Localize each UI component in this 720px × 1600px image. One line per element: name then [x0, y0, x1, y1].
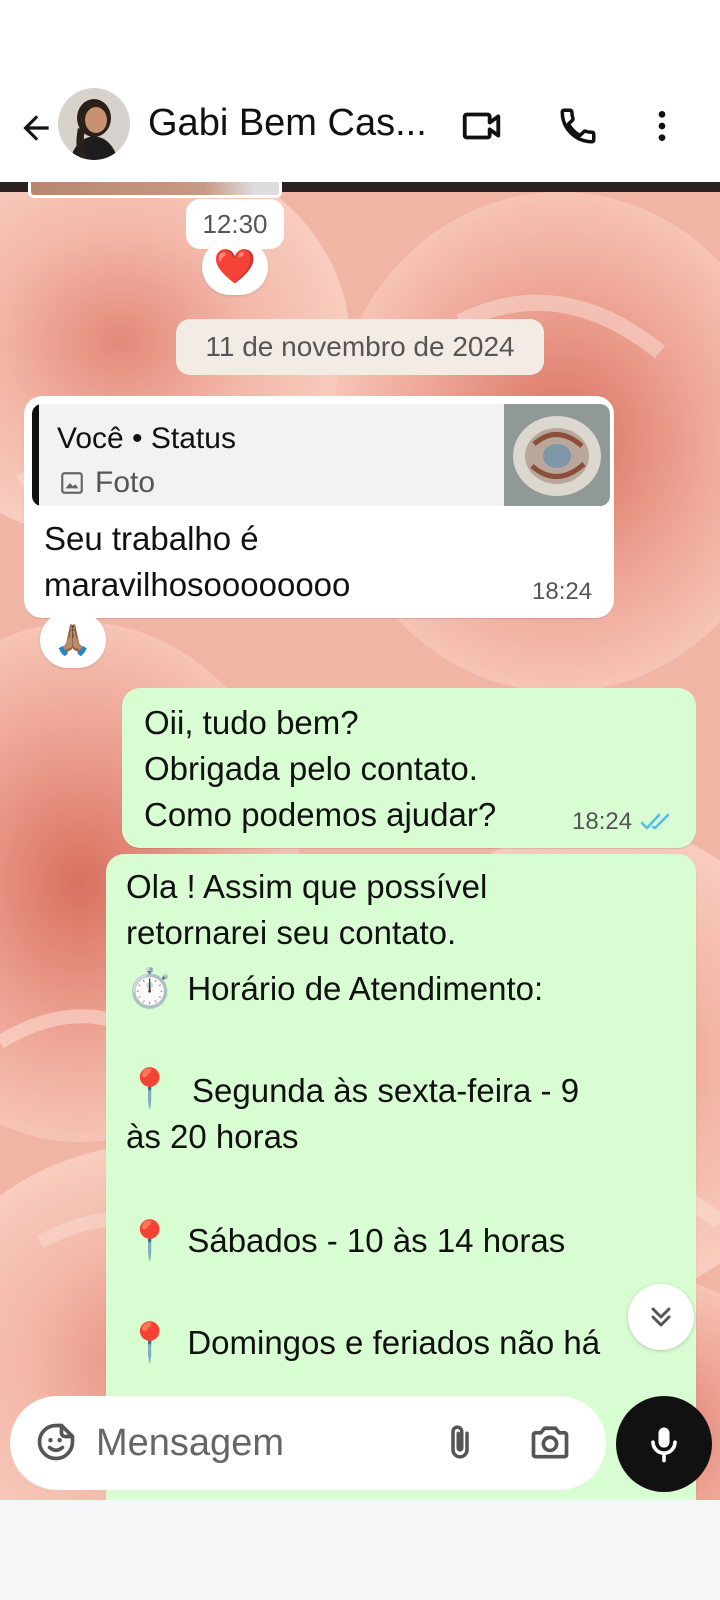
double-chevron-down-icon: [651, 1307, 671, 1327]
outgoing-message-bubble[interactable]: Oii, tudo bem? Obrigada pelo contato. Co…: [122, 688, 696, 848]
message-text: Seu trabalho é maravilhosoooooooo: [44, 520, 351, 603]
quote-subtitle: Foto: [59, 466, 155, 500]
message-text: Oii, tudo bem? Obrigada pelo contato. Co…: [144, 704, 497, 833]
camera-icon: [531, 1426, 569, 1459]
incoming-message-bubble[interactable]: Você • Status Foto Seu trabalho é maravi…: [24, 396, 614, 618]
video-call-button[interactable]: [456, 100, 508, 152]
sticker-button[interactable]: [30, 1416, 82, 1468]
attach-icon: [451, 1425, 469, 1459]
quote-accent-bar: [32, 404, 39, 506]
weekdays-hours: Segunda às sexta-feira - 9 às 20 horas: [126, 1072, 580, 1155]
sticker-icon: [37, 1423, 75, 1461]
status-bar-area: [0, 0, 720, 78]
message-time-label: 18:24: [532, 578, 593, 605]
scroll-to-bottom-button[interactable]: [628, 1284, 694, 1350]
saturday-hours-line: 📍 Sábados - 10 às 14 horas: [126, 1218, 565, 1264]
video-call-icon: [462, 112, 501, 140]
greeting-text: Ola ! Assim que possível retornarei seu …: [126, 868, 488, 951]
mic-icon: [651, 1427, 677, 1463]
sunday-hours-line: 📍 Domingos e feriados não há: [126, 1320, 600, 1366]
attach-button[interactable]: [434, 1416, 486, 1468]
message-time-label: 18:24: [572, 808, 633, 835]
contact-avatar[interactable]: [58, 88, 130, 160]
date-divider: 11 de novembro de 2024: [176, 319, 544, 375]
more-options-icon: [658, 111, 666, 141]
contact-name[interactable]: Gabi Bem Cas...: [148, 102, 427, 145]
status-photo-thumbnail: [504, 404, 610, 506]
saturday-hours: Sábados - 10 às 14 horas: [187, 1222, 566, 1259]
message-input[interactable]: [96, 1418, 436, 1468]
hours-title: Horário de Atendimento:: [187, 970, 544, 1007]
sunday-hours: Domingos e feriados não há: [187, 1324, 601, 1361]
message-time: 18:24: [532, 578, 592, 606]
heart-reaction[interactable]: ❤️: [202, 239, 268, 295]
message-composer: [10, 1396, 606, 1490]
stopwatch-icon: ⏱️: [126, 968, 174, 1010]
hours-title-line: ⏱️ Horário de Atendimento:: [126, 966, 543, 1012]
camera-button[interactable]: [524, 1416, 576, 1468]
pray-reaction[interactable]: 🙏🏽: [40, 612, 106, 668]
back-arrow-icon: [23, 115, 49, 141]
chat-header: Gabi Bem Cas...: [0, 78, 720, 182]
pin-icon: 📍: [126, 1220, 174, 1262]
quote-title: Você • Status: [57, 422, 236, 455]
phone-icon: [560, 108, 596, 144]
message-time: 18:24: [572, 808, 674, 836]
quote-subtitle-label: Foto: [95, 466, 156, 499]
voice-message-button[interactable]: [616, 1396, 712, 1492]
more-options-button[interactable]: [636, 100, 688, 152]
voice-call-button[interactable]: [552, 100, 604, 152]
quoted-status[interactable]: Você • Status Foto: [32, 404, 610, 506]
previous-media-thumbnail[interactable]: [28, 182, 282, 198]
pin-icon: 📍: [126, 1322, 174, 1364]
image-icon: [61, 472, 83, 494]
read-receipt-icon: [640, 813, 670, 830]
back-button[interactable]: [14, 106, 58, 150]
system-navigation-area: [0, 1500, 720, 1600]
chat-area[interactable]: 12:30 ❤️ 11 de novembro de 2024 Você • S…: [0, 182, 720, 1500]
